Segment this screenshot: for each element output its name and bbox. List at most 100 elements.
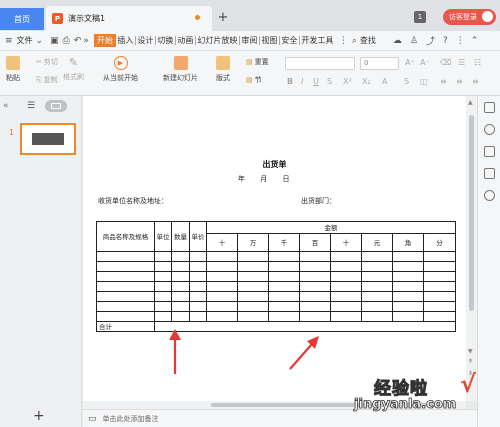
numbered-list-icon[interactable]: ☷ xyxy=(474,58,481,67)
settings-icon[interactable] xyxy=(484,190,495,201)
section-button[interactable]: ▤ 节 xyxy=(246,75,262,85)
shipping-table[interactable]: 商品名称及规格 单位 数量 单价 金额 十 万 千 百 十 元 角 分 合计 xyxy=(96,221,456,332)
collapse-panel-icon[interactable]: « xyxy=(3,101,9,111)
file-menu-button[interactable]: 文件 ⌄ xyxy=(17,35,44,46)
copy-button[interactable]: ⎘ 复制 xyxy=(36,75,58,85)
digit-header: 十 xyxy=(330,233,362,252)
list-icon[interactable]: ☰ xyxy=(458,58,465,67)
help-icon[interactable]: ? xyxy=(443,36,448,46)
share-icon[interactable]: ⤴ xyxy=(426,34,435,47)
table-row[interactable] xyxy=(96,281,456,292)
file-menu-label: 文件 xyxy=(16,36,33,45)
format-painter-button[interactable]: ✎ 格式刷 xyxy=(63,56,84,82)
bold-icon[interactable]: B xyxy=(287,77,293,86)
outline-view-icon[interactable]: ☰ xyxy=(27,101,35,111)
tab-document-label: 演示文稿1 xyxy=(68,14,106,23)
new-slide-button[interactable]: 新建幻灯片 xyxy=(163,56,198,83)
slide-panel: « ☰ 1 + xyxy=(0,96,82,427)
menu-item-animation[interactable]: 动画 xyxy=(176,36,196,45)
more-options-icon[interactable]: ⋮ xyxy=(456,36,465,46)
table-row[interactable] xyxy=(96,311,456,322)
reset-button[interactable]: ▤ 重置 xyxy=(246,57,269,67)
menu-item-view[interactable]: 视图 xyxy=(260,36,280,45)
align-center-icon[interactable]: ≡ xyxy=(456,77,463,86)
subscript-icon[interactable]: X₂ xyxy=(362,77,371,86)
hamburger-icon[interactable]: ≡ xyxy=(5,36,13,46)
menu-item-slideshow[interactable]: 幻灯片放映 xyxy=(196,36,240,45)
section-icon: ▤ xyxy=(246,76,253,84)
arrow-up-annotation xyxy=(169,329,181,374)
print-icon[interactable]: ⎙ xyxy=(63,36,70,46)
pin-icon[interactable] xyxy=(484,124,495,135)
table-row[interactable] xyxy=(96,251,456,262)
cut-button[interactable]: ✂ 剪切 xyxy=(36,57,58,67)
box-icon[interactable] xyxy=(484,168,495,179)
layout-button[interactable]: 版式 xyxy=(216,56,230,83)
copy-panel-icon[interactable] xyxy=(484,146,495,157)
slide[interactable]: 出货单 年 月 日 收货单位名称及地址： 出货部门： 商品名称及规格 单位 数量… xyxy=(83,96,466,401)
add-slide-button[interactable]: + xyxy=(33,408,45,424)
new-tab-button[interactable]: + xyxy=(214,8,232,26)
document-title: 出货单 xyxy=(262,160,287,169)
underline-icon[interactable]: U xyxy=(313,77,319,86)
unsaved-dot-icon xyxy=(195,15,200,20)
italic-icon[interactable]: I xyxy=(301,77,303,86)
menu-item-home[interactable]: 开始 xyxy=(93,34,116,47)
menu-item-review[interactable]: 审阅 xyxy=(240,36,260,45)
slide-thumbnail[interactable] xyxy=(20,123,76,155)
user-share-icon[interactable]: ♙ xyxy=(410,36,418,46)
table-row[interactable] xyxy=(96,271,456,282)
menu-item-insert[interactable]: 插入 xyxy=(116,36,136,45)
menu-item-transition[interactable]: 切换 xyxy=(156,36,176,45)
table-row[interactable] xyxy=(96,261,456,272)
guest-login-button[interactable]: 访客登录 xyxy=(443,9,496,25)
header-product: 商品名称及规格 xyxy=(96,221,155,252)
align-right-icon[interactable]: ≡ xyxy=(472,77,479,86)
font-name-select[interactable] xyxy=(285,57,355,70)
menu-item-design[interactable]: 设计 xyxy=(136,36,156,45)
header-amount: 金额 xyxy=(206,221,456,234)
menu-item-security[interactable]: 安全 xyxy=(280,36,300,45)
decrease-font-icon[interactable]: A⁻ xyxy=(420,58,430,67)
total-merged-cell[interactable] xyxy=(154,321,456,332)
search-button[interactable]: ⌕ 查找 xyxy=(352,35,376,46)
vertical-scroll-thumb[interactable] xyxy=(469,115,474,311)
table-row[interactable] xyxy=(96,301,456,312)
font-size-select[interactable]: 0 xyxy=(360,57,399,70)
thumbnail-icon xyxy=(51,103,61,109)
highlight-icon[interactable]: ◫ xyxy=(420,77,428,86)
properties-icon[interactable] xyxy=(484,102,495,113)
menu-item-developer[interactable]: 开发工具 xyxy=(300,36,335,45)
superscript-icon[interactable]: X² xyxy=(343,77,352,86)
brush-icon: ✎ xyxy=(68,56,79,69)
font-color-icon[interactable]: A xyxy=(382,77,387,86)
table-row[interactable] xyxy=(96,291,456,302)
undo-icon[interactable]: ↶ xyxy=(74,36,82,46)
collapse-ribbon-icon[interactable]: ⌃ xyxy=(471,36,479,46)
window-count-badge[interactable]: 1 xyxy=(414,11,426,23)
increase-font-icon[interactable]: A⁺ xyxy=(405,58,415,67)
more-menu-icon[interactable]: ⋮ xyxy=(339,36,348,46)
thumbnail-view-toggle[interactable] xyxy=(45,100,67,112)
table-total-row[interactable]: 合计 xyxy=(96,321,456,332)
more-chevron-icon[interactable]: » xyxy=(83,36,89,46)
play-from-current-button[interactable]: ▶ 从当前开始 xyxy=(103,56,138,83)
scroll-down-icon[interactable]: ▼ xyxy=(468,348,473,355)
cut-label: 剪切 xyxy=(43,58,58,66)
notes-placeholder: 单击此处添加备注 xyxy=(102,414,159,423)
cloud-icon[interactable]: ☁ xyxy=(393,36,402,46)
prev-slide-icon[interactable]: ⇞ xyxy=(468,358,473,365)
paste-button[interactable]: 粘贴 xyxy=(6,56,20,83)
checkmark-icon: √ xyxy=(460,370,477,398)
align-left-icon[interactable]: ≡ xyxy=(440,77,447,86)
strikethrough-icon[interactable]: S xyxy=(327,77,332,86)
text-shadow-icon[interactable]: S xyxy=(404,77,409,86)
vertical-scrollbar[interactable]: ▲ ▼ ⇞ ⇟ xyxy=(466,96,477,401)
tab-home[interactable]: 首页 xyxy=(0,8,44,30)
clear-format-icon[interactable]: ⌫ xyxy=(440,58,451,67)
tab-document[interactable]: P 演示文稿1 xyxy=(46,6,212,31)
slide-number: 1 xyxy=(9,128,15,137)
save-icon[interactable]: ▣ xyxy=(50,36,59,46)
reset-label: 重置 xyxy=(254,58,269,66)
scroll-up-icon[interactable]: ▲ xyxy=(468,99,473,106)
